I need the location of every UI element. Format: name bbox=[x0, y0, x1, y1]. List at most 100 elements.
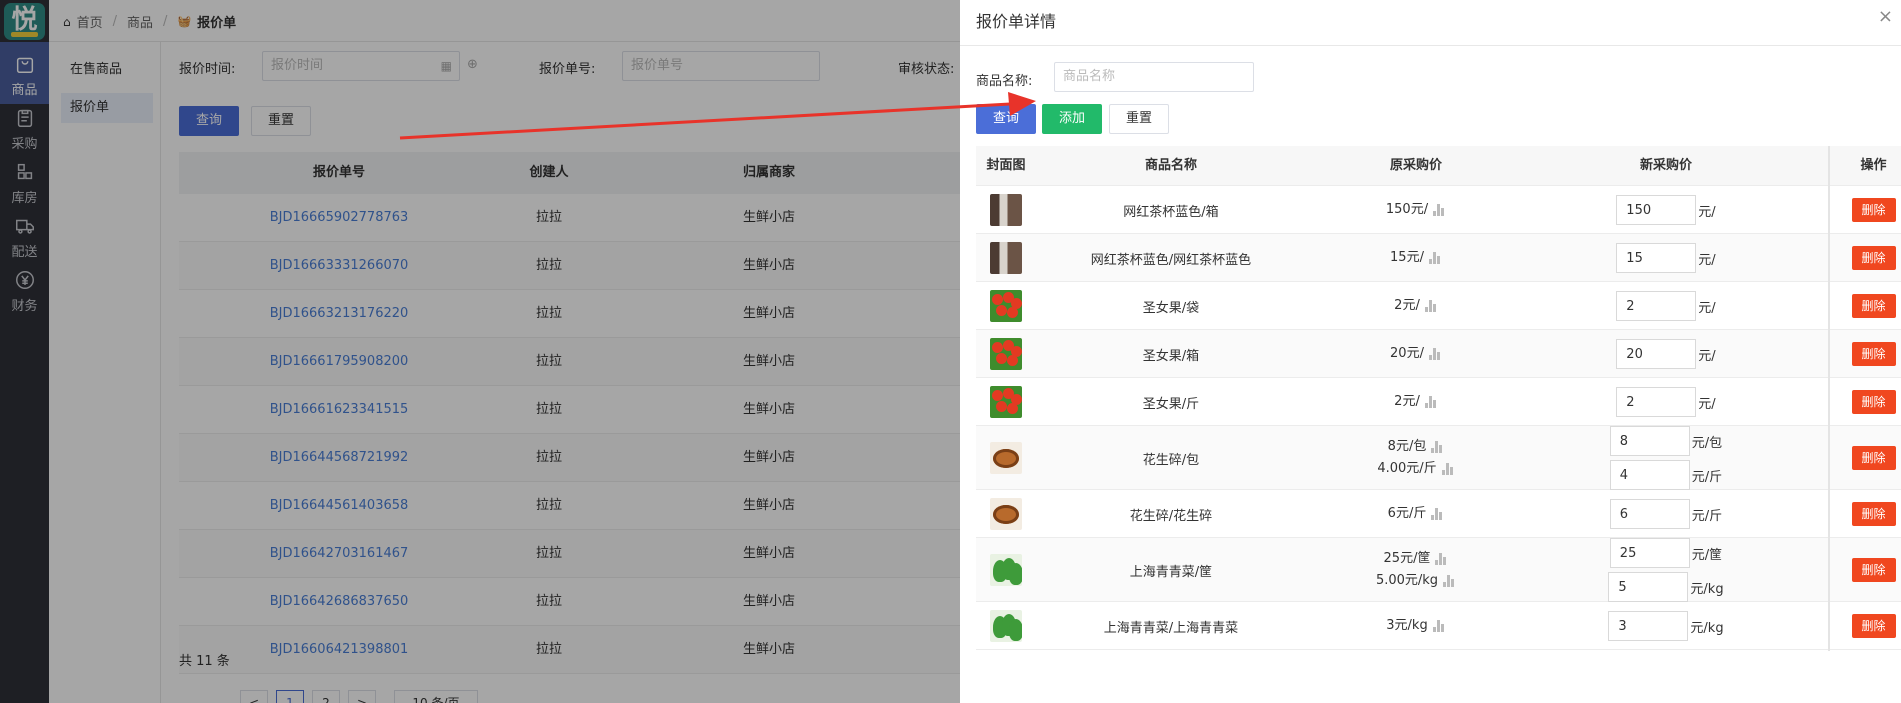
new-price-input[interactable] bbox=[1616, 339, 1697, 369]
product-name-label: 商品名称: bbox=[976, 74, 1033, 89]
table-row: 网红茶杯蓝色/网红茶杯蓝色 15元/元/删除 bbox=[976, 234, 1901, 282]
product-thumbnail[interactable] bbox=[990, 290, 1022, 322]
original-price-text: 25元/筐 bbox=[1383, 551, 1431, 566]
price-chart-icon[interactable] bbox=[1432, 204, 1446, 216]
new-price-cell: 元/筐元/kg bbox=[1556, 538, 1776, 602]
operation-cell: 删除 bbox=[1846, 602, 1901, 650]
new-price-input[interactable] bbox=[1608, 572, 1689, 602]
new-price-input[interactable] bbox=[1616, 195, 1697, 225]
product-name: 花生碎/花生碎 bbox=[1129, 508, 1213, 524]
product-thumbnail[interactable] bbox=[990, 338, 1022, 370]
original-price-text: 8元/包 bbox=[1387, 439, 1427, 454]
original-price-text: 3元/kg bbox=[1386, 618, 1428, 633]
original-price: 2元/ bbox=[1394, 391, 1438, 413]
price-chart-icon[interactable] bbox=[1424, 396, 1438, 408]
price-chart-icon[interactable] bbox=[1441, 463, 1455, 475]
drawer-mask[interactable] bbox=[0, 0, 960, 703]
delete-button[interactable]: 删除 bbox=[1851, 446, 1896, 470]
new-price-line: 元/斤 bbox=[1609, 460, 1722, 490]
header-operation: 操作 bbox=[1860, 158, 1887, 173]
new-price-input[interactable] bbox=[1616, 387, 1697, 417]
new-price-input[interactable] bbox=[1609, 426, 1690, 456]
product-thumbnail[interactable] bbox=[990, 242, 1022, 274]
original-price: 150元/ bbox=[1386, 199, 1446, 221]
price-chart-icon[interactable] bbox=[1424, 300, 1438, 312]
product-table-header: 封面图 商品名称 原采购价 新采购价 操作 bbox=[976, 146, 1901, 186]
product-name: 花生碎/包 bbox=[1142, 452, 1200, 468]
new-price-input[interactable] bbox=[1608, 611, 1689, 641]
new-price-line: 元/包 bbox=[1609, 426, 1722, 456]
price-chart-icon[interactable] bbox=[1428, 348, 1442, 360]
product-thumbnail[interactable] bbox=[990, 194, 1022, 226]
price-chart-icon[interactable] bbox=[1428, 252, 1442, 264]
new-price-input[interactable] bbox=[1616, 291, 1697, 321]
original-price-cell: 8元/包 4.00元/斤 bbox=[1316, 426, 1516, 490]
price-chart-icon[interactable] bbox=[1442, 575, 1456, 587]
original-price-text: 2元/ bbox=[1394, 298, 1420, 313]
operation-cell: 删除 bbox=[1846, 426, 1901, 490]
cover-cell bbox=[976, 378, 1036, 426]
table-row: 花生碎/花生碎 6元/斤 元/斤 删除 bbox=[976, 490, 1901, 538]
product-thumbnail[interactable] bbox=[990, 498, 1022, 530]
close-icon[interactable]: × bbox=[1878, 6, 1893, 27]
table-row: 圣女果/袋 2元/元/删除 bbox=[976, 282, 1901, 330]
new-price-input[interactable] bbox=[1609, 499, 1690, 529]
product-name-input[interactable]: 商品名称 bbox=[1054, 62, 1254, 92]
new-price-line: 元/ bbox=[1616, 195, 1716, 225]
table-row: 网红茶杯蓝色/箱 150元/元/删除 bbox=[976, 186, 1901, 234]
product-thumbnail[interactable] bbox=[990, 442, 1022, 474]
original-price-cell: 2元/ bbox=[1316, 282, 1516, 330]
new-price-line: 元/ bbox=[1616, 291, 1716, 321]
new-price-unit: 元/ bbox=[1698, 204, 1716, 220]
drawer-reset-button[interactable]: 重置 bbox=[1109, 104, 1169, 134]
original-price-text: 15元/ bbox=[1390, 250, 1424, 265]
price-chart-icon[interactable] bbox=[1430, 508, 1444, 520]
product-name: 圣女果/袋 bbox=[1142, 300, 1200, 316]
original-price: 5.00元/kg bbox=[1376, 570, 1456, 592]
new-price-input[interactable] bbox=[1609, 538, 1690, 568]
product-name-placeholder: 商品名称 bbox=[1063, 69, 1116, 84]
table-row: 上海青青菜/筐 25元/筐 5.00元/kg 元/筐元/kg 删除 bbox=[976, 538, 1901, 602]
drawer-add-button[interactable]: 添加 bbox=[1042, 104, 1102, 134]
new-price-unit: 元/斤 bbox=[1691, 508, 1723, 524]
new-price-line: 元/ bbox=[1616, 243, 1716, 273]
cover-cell bbox=[976, 490, 1036, 538]
delete-button[interactable]: 删除 bbox=[1851, 294, 1896, 318]
delete-button[interactable]: 删除 bbox=[1851, 502, 1896, 526]
new-price-unit: 元/ bbox=[1698, 396, 1716, 412]
new-price-line: 元/kg bbox=[1608, 572, 1724, 602]
header-cover: 封面图 bbox=[986, 158, 1026, 173]
new-price-unit: 元/kg bbox=[1690, 620, 1724, 636]
delete-button[interactable]: 删除 bbox=[1851, 390, 1896, 414]
delete-button[interactable]: 删除 bbox=[1851, 614, 1896, 638]
product-name: 上海青青菜/筐 bbox=[1129, 564, 1213, 580]
original-price-cell: 20元/ bbox=[1316, 330, 1516, 378]
product-name: 网红茶杯蓝色/网红茶杯蓝色 bbox=[1090, 252, 1252, 268]
table-row: 圣女果/箱 20元/元/删除 bbox=[976, 330, 1901, 378]
product-name: 网红茶杯蓝色/箱 bbox=[1123, 204, 1219, 220]
new-price-input[interactable] bbox=[1616, 243, 1697, 273]
table-row: 花生碎/包 8元/包 4.00元/斤 元/包元/斤 删除 bbox=[976, 426, 1901, 490]
price-chart-icon[interactable] bbox=[1432, 620, 1446, 632]
new-price-unit: 元/ bbox=[1698, 348, 1716, 364]
delete-button[interactable]: 删除 bbox=[1851, 558, 1896, 582]
original-price-cell: 6元/斤 bbox=[1316, 490, 1516, 538]
delete-button[interactable]: 删除 bbox=[1851, 198, 1896, 222]
original-price-text: 5.00元/kg bbox=[1375, 573, 1439, 588]
product-thumbnail[interactable] bbox=[990, 554, 1022, 586]
original-price-text: 2元/ bbox=[1394, 394, 1420, 409]
price-chart-icon[interactable] bbox=[1434, 553, 1448, 565]
new-price-input[interactable] bbox=[1609, 460, 1690, 490]
delete-button[interactable]: 删除 bbox=[1851, 246, 1896, 270]
original-price-cell: 2元/ bbox=[1316, 378, 1516, 426]
delete-button[interactable]: 删除 bbox=[1851, 342, 1896, 366]
new-price-cell: 元/ bbox=[1556, 282, 1776, 330]
original-price: 4.00元/斤 bbox=[1377, 458, 1454, 480]
product-thumbnail[interactable] bbox=[990, 386, 1022, 418]
product-thumbnail[interactable] bbox=[990, 610, 1022, 642]
price-chart-icon[interactable] bbox=[1430, 441, 1444, 453]
drawer-query-button[interactable]: 查询 bbox=[976, 104, 1036, 134]
original-price: 15元/ bbox=[1390, 247, 1442, 269]
new-price-line: 元/kg bbox=[1608, 611, 1724, 641]
cover-cell bbox=[976, 426, 1036, 490]
